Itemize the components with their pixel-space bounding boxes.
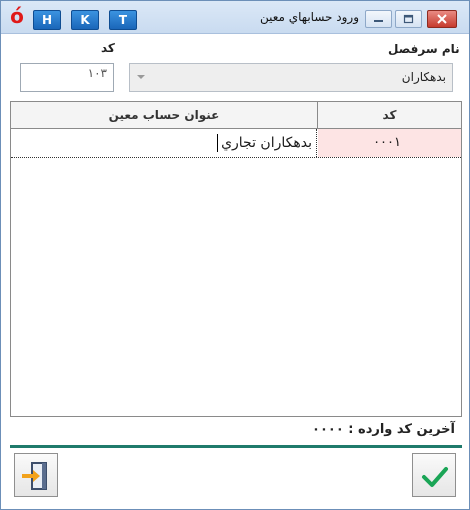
maximize-button[interactable] (395, 10, 422, 28)
code-input-value: ۱۰۳ (87, 66, 107, 80)
hotkey-h-button[interactable]: H (33, 10, 61, 30)
group-name-select[interactable]: بدهکاران (129, 63, 453, 92)
close-button[interactable] (427, 10, 457, 28)
cell-code[interactable]: ۰۰۰۱ (318, 129, 461, 157)
column-header-code[interactable]: کد (318, 102, 461, 128)
cell-account-title-text: بدهکاران تجاري (221, 135, 312, 151)
code-label: کد (101, 41, 115, 55)
app-logo-icon: ó (10, 4, 24, 28)
group-name-value: بدهکاران (401, 70, 446, 84)
last-entered-code: آخرين کد وارده : ۰۰۰۰ (312, 422, 455, 437)
window: ó H K T ورود حسابهاي معين کد نام سرفصل ۱… (0, 0, 470, 510)
check-icon (422, 467, 448, 487)
chevron-down-icon (137, 75, 145, 79)
exit-button[interactable] (14, 453, 58, 497)
hotkey-t-button[interactable]: T (109, 10, 137, 30)
column-header-account-title[interactable]: عنوان حساب معين (11, 102, 318, 128)
minimize-button[interactable] (365, 10, 392, 28)
code-input[interactable]: ۱۰۳ (20, 63, 114, 92)
maximize-icon (403, 14, 414, 24)
divider (10, 445, 462, 448)
hotkey-k-button[interactable]: K (71, 10, 99, 30)
exit-door-icon (22, 462, 47, 490)
window-title: ورود حسابهاي معين (259, 10, 359, 24)
cell-account-title[interactable]: بدهکاران تجاري (11, 129, 317, 157)
group-name-label: نام سرفصل (388, 42, 460, 56)
minimize-icon (374, 20, 383, 22)
confirm-button[interactable] (412, 453, 456, 497)
accounts-grid[interactable]: عنوان حساب معين کد بدهکاران تجاري ۰۰۰۱ (10, 101, 462, 417)
title-bar: ó H K T ورود حسابهاي معين (1, 1, 469, 34)
table-row[interactable]: بدهکاران تجاري ۰۰۰۱ (11, 129, 461, 158)
grid-header: عنوان حساب معين کد (11, 102, 461, 129)
close-icon (437, 14, 447, 24)
text-caret (217, 134, 218, 152)
